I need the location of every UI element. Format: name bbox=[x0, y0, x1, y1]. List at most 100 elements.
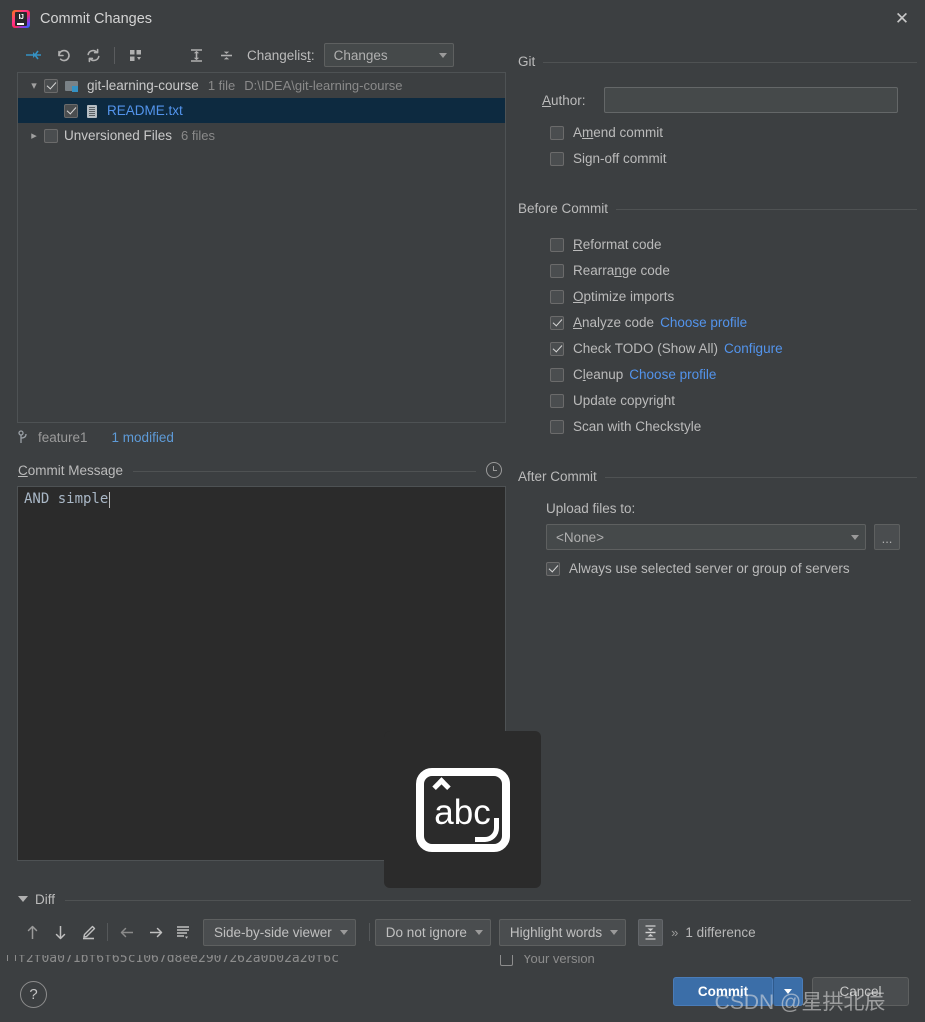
analyze-choose-profile-link[interactable]: Choose profile bbox=[660, 315, 747, 330]
diff-settings-icon[interactable] bbox=[169, 919, 197, 945]
collapse-unchanged-icon[interactable] bbox=[638, 918, 664, 946]
todo-configure-link[interactable]: Configure bbox=[724, 341, 783, 356]
your-version-label: Your version bbox=[523, 955, 595, 966]
upload-files-label: Upload files to: bbox=[546, 501, 636, 516]
sign-off-commit-checkbox[interactable]: Sign-off commit bbox=[550, 151, 925, 166]
git-section-header: Git bbox=[518, 50, 925, 72]
table-row[interactable]: README.txt bbox=[18, 98, 505, 123]
changes-tree[interactable]: ▾ git-learning-course 1 file D:\IDEA\git… bbox=[17, 72, 506, 423]
checkbox-box[interactable] bbox=[550, 367, 564, 382]
commit-changes-dialog: IJ Commit Changes ✕ Changelist: Changes … bbox=[0, 0, 925, 1022]
checkbox-box[interactable] bbox=[546, 561, 560, 576]
edit-source-icon[interactable] bbox=[74, 919, 102, 945]
rearrange-code-checkbox[interactable]: Rearrange code bbox=[550, 263, 925, 278]
chevron-down-icon[interactable] bbox=[18, 896, 28, 902]
checkbox-box[interactable] bbox=[550, 419, 564, 434]
row-checkbox[interactable] bbox=[44, 128, 58, 143]
title-bar: IJ Commit Changes ✕ bbox=[0, 0, 925, 38]
checkbox-box[interactable] bbox=[500, 955, 513, 966]
accept-right-icon[interactable] bbox=[141, 919, 169, 945]
modified-count[interactable]: 1 modified bbox=[112, 430, 174, 445]
always-use-server-label: Always use selected server or group of s… bbox=[569, 561, 850, 576]
check-todo-checkbox[interactable]: Check TODO (Show All) Configure bbox=[550, 341, 925, 356]
ime-abc-indicator: abc bbox=[384, 731, 541, 888]
always-use-server-checkbox[interactable]: Always use selected server or group of s… bbox=[546, 561, 925, 576]
previous-difference-icon[interactable] bbox=[18, 919, 46, 945]
commit-message-label: Commit Message bbox=[18, 462, 124, 478]
row-checkbox[interactable] bbox=[44, 78, 58, 93]
row-checkbox[interactable] bbox=[64, 103, 78, 118]
reformat-code-checkbox[interactable]: Reformat code bbox=[550, 237, 925, 252]
chevron-down-icon[interactable]: ▾ bbox=[24, 79, 44, 92]
collapse-all-icon[interactable] bbox=[211, 42, 241, 68]
expand-all-icon[interactable] bbox=[181, 42, 211, 68]
ignore-mode-dropdown[interactable]: Do not ignore bbox=[374, 918, 491, 946]
author-label: Author: bbox=[542, 92, 586, 108]
chevron-down-icon bbox=[339, 929, 348, 935]
viewer-mode-value: Side-by-side viewer bbox=[214, 924, 332, 940]
accept-left-icon[interactable] bbox=[113, 919, 141, 945]
chevron-down-icon bbox=[784, 989, 792, 994]
checkbox-box[interactable] bbox=[550, 151, 564, 166]
keycap-shape: abc bbox=[415, 767, 510, 852]
optimize-imports-checkbox[interactable]: Optimize imports bbox=[550, 289, 925, 304]
author-field[interactable] bbox=[604, 87, 898, 113]
browse-servers-button[interactable]: ... bbox=[874, 524, 900, 550]
scan-checkstyle-checkbox[interactable]: Scan with Checkstyle bbox=[550, 419, 925, 434]
collapse-selection-icon[interactable] bbox=[18, 42, 48, 68]
cancel-button[interactable]: Cancel bbox=[812, 977, 909, 1006]
overflow-chevrons-icon[interactable]: » bbox=[671, 925, 678, 940]
analyze-code-checkbox[interactable]: Analyze code Choose profile bbox=[550, 315, 925, 330]
file-name: README.txt bbox=[107, 103, 183, 118]
group-by-icon[interactable] bbox=[121, 42, 151, 68]
upload-server-dropdown[interactable]: <None> bbox=[546, 524, 866, 550]
changelist-value: Changes bbox=[333, 47, 388, 63]
divider bbox=[133, 470, 476, 472]
cleanup-checkbox[interactable]: Cleanup Choose profile bbox=[550, 367, 925, 382]
clipped-revision-row: f2f0a071bf6f65c1067d8ee2907262a0b02a20f6… bbox=[0, 955, 925, 969]
commit-options-dropdown[interactable] bbox=[773, 977, 803, 1006]
cleanup-label: Cleanup bbox=[573, 367, 624, 382]
analyze-code-label: Analyze code bbox=[573, 315, 655, 330]
commit-message-header: Commit Message bbox=[18, 460, 502, 480]
clock-icon[interactable] bbox=[486, 462, 502, 478]
amend-commit-checkbox[interactable]: Amend commit bbox=[550, 125, 925, 140]
chevron-down-icon bbox=[610, 929, 619, 935]
amend-commit-label: Amend commit bbox=[573, 125, 664, 140]
refresh-icon[interactable] bbox=[78, 42, 108, 68]
file-count: 1 file bbox=[207, 78, 236, 93]
before-commit-title: Before Commit bbox=[518, 200, 609, 216]
intellij-idea-icon: IJ bbox=[12, 10, 30, 28]
git-section-title: Git bbox=[518, 53, 536, 69]
checkbox-box[interactable] bbox=[550, 125, 564, 140]
update-copyright-checkbox[interactable]: Update copyright bbox=[550, 393, 925, 408]
revert-icon[interactable] bbox=[48, 42, 78, 68]
checkbox-box[interactable] bbox=[550, 289, 564, 304]
branch-bar: feature1 1 modified bbox=[18, 423, 516, 452]
table-row[interactable]: ▸ Unversioned Files 6 files bbox=[18, 123, 505, 148]
checkbox-box[interactable] bbox=[550, 263, 564, 278]
chevron-right-icon[interactable]: ▸ bbox=[24, 129, 44, 142]
checkbox-box[interactable] bbox=[550, 237, 564, 252]
help-button[interactable]: ? bbox=[20, 981, 47, 1008]
folder-icon bbox=[64, 78, 82, 94]
toolbar-divider bbox=[114, 46, 115, 64]
chevron-down-icon bbox=[438, 52, 447, 58]
checkbox-box[interactable] bbox=[550, 393, 564, 408]
branch-name: feature1 bbox=[38, 430, 88, 445]
changelist-dropdown[interactable]: Changes bbox=[323, 43, 454, 67]
repository-path: D:\IDEA\git-learning-course bbox=[244, 78, 403, 93]
sign-off-commit-label: Sign-off commit bbox=[573, 151, 667, 166]
next-difference-icon[interactable] bbox=[46, 919, 74, 945]
commit-button[interactable]: Commit bbox=[673, 977, 773, 1006]
close-icon[interactable]: ✕ bbox=[879, 0, 925, 38]
divider bbox=[604, 476, 917, 478]
checkbox-box[interactable] bbox=[550, 341, 564, 356]
table-row[interactable]: ▾ git-learning-course 1 file D:\IDEA\git… bbox=[18, 73, 505, 98]
repository-name: git-learning-course bbox=[87, 78, 199, 93]
cleanup-choose-profile-link[interactable]: Choose profile bbox=[629, 367, 716, 382]
viewer-mode-dropdown[interactable]: Side-by-side viewer bbox=[203, 918, 356, 946]
checkbox-box[interactable] bbox=[550, 315, 564, 330]
rearrange-code-label: Rearrange code bbox=[573, 263, 670, 278]
highlight-mode-dropdown[interactable]: Highlight words bbox=[498, 918, 627, 946]
